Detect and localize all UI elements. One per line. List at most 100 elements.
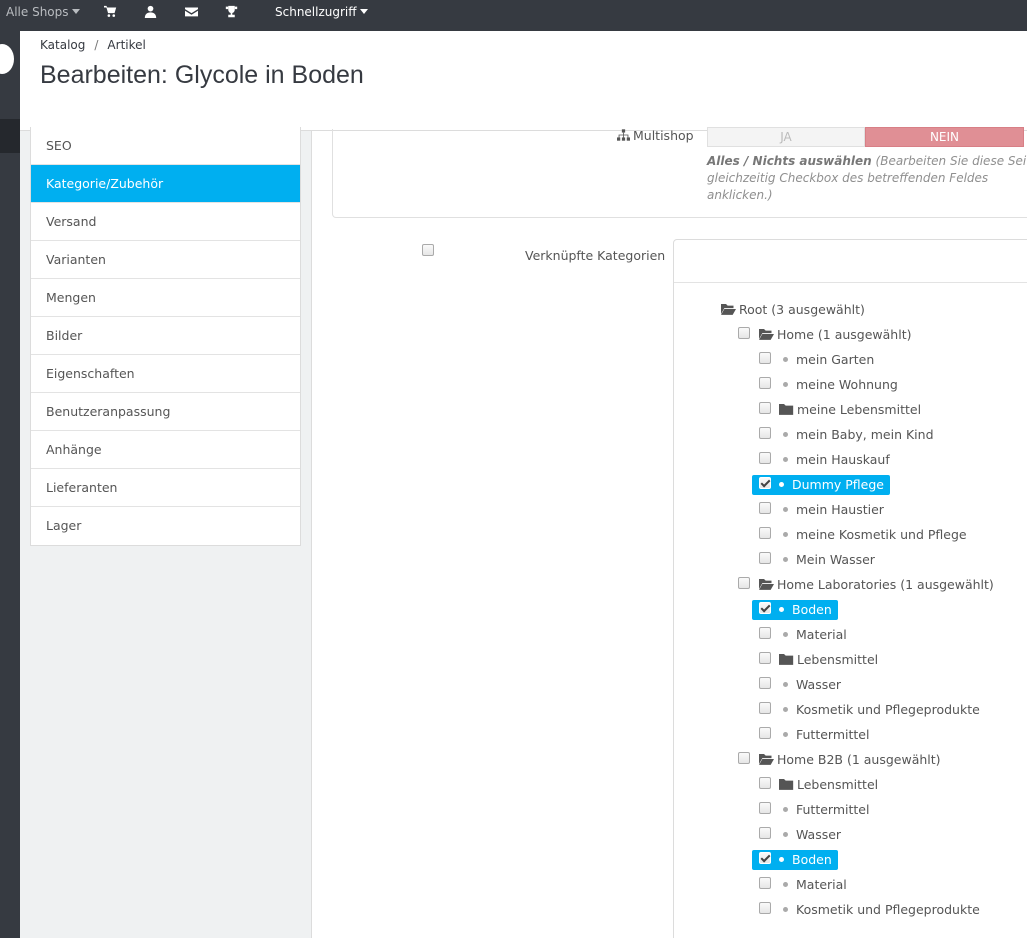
- multishop-toggle[interactable]: JA NEIN: [707, 127, 1025, 147]
- tab-item[interactable]: Lieferanten: [31, 469, 300, 507]
- tab-item[interactable]: Versand: [31, 203, 300, 241]
- category-label[interactable]: Wasser: [775, 675, 845, 695]
- category-label[interactable]: Kosmetik und Pflegeprodukte: [775, 900, 984, 920]
- category-label-text: meine Lebensmittel: [797, 402, 922, 417]
- category-label[interactable]: Material: [775, 625, 851, 645]
- category-label[interactable]: Wasser: [775, 825, 845, 845]
- tab-item[interactable]: Varianten: [31, 241, 300, 279]
- trophy-icon[interactable]: [225, 0, 238, 31]
- tab-item[interactable]: Mengen: [31, 279, 300, 317]
- category-label[interactable]: meine Lebensmittel: [775, 400, 925, 420]
- category-checkbox[interactable]: [738, 577, 750, 589]
- category-label[interactable]: mein Haustier: [775, 500, 888, 520]
- category-checkbox[interactable]: [759, 352, 771, 364]
- category-label[interactable]: Kosmetik und Pflegeprodukte: [775, 700, 984, 720]
- toggle-no-option[interactable]: NEIN: [865, 127, 1024, 147]
- multishop-help-bold: Alles / Nichts auswählen: [707, 154, 872, 168]
- category-checkbox[interactable]: [759, 452, 771, 464]
- tab-item[interactable]: Kategorie/Zubehör: [31, 165, 300, 203]
- cart-icon[interactable]: [104, 0, 117, 31]
- multishop-label-text: Multishop: [633, 128, 694, 143]
- bullet-icon: [783, 532, 788, 537]
- category-checkbox[interactable]: [759, 652, 771, 664]
- category-checkbox[interactable]: [759, 727, 771, 739]
- category-label[interactable]: meine Kosmetik und Pflege: [775, 525, 971, 545]
- shop-selector-label: Alle Shops: [6, 5, 69, 19]
- category-label[interactable]: Home Laboratories (1 ausgewählt): [755, 575, 998, 595]
- tab-item[interactable]: Anhänge: [31, 431, 300, 469]
- quick-access-label: Schnellzugriff: [275, 5, 357, 19]
- category-checkbox[interactable]: [759, 902, 771, 914]
- toggle-yes-option[interactable]: JA: [707, 127, 865, 147]
- category-checkbox[interactable]: [759, 777, 771, 789]
- category-label[interactable]: mein Garten: [775, 350, 878, 370]
- category-checkbox[interactable]: [759, 677, 771, 689]
- tab-item[interactable]: Eigenschaften: [31, 355, 300, 393]
- user-icon[interactable]: [144, 0, 157, 31]
- category-checkbox[interactable]: [759, 552, 771, 564]
- multishop-label: Multishop: [617, 128, 694, 143]
- product-tabs: SEO Kategorie/Zubehör Versand Varianten Meng…: [30, 127, 301, 546]
- category-checkbox[interactable]: [759, 477, 771, 489]
- category-label[interactable]: Root (3 ausgewählt): [717, 300, 869, 320]
- category-label-text: Lebensmittel: [797, 652, 879, 667]
- category-checkbox[interactable]: [759, 527, 771, 539]
- shop-selector[interactable]: Alle Shops: [6, 0, 80, 31]
- category-label[interactable]: Futtermittel: [775, 800, 873, 820]
- categories-multishop-checkbox[interactable]: [422, 244, 434, 256]
- category-checkbox[interactable]: [759, 802, 771, 814]
- tab-item[interactable]: Bilder: [31, 317, 300, 355]
- breadcrumb-catalog[interactable]: Katalog: [40, 38, 85, 52]
- envelope-icon[interactable]: [185, 0, 198, 31]
- breadcrumb-separator: /: [94, 38, 99, 52]
- category-checkbox[interactable]: [759, 502, 771, 514]
- category-label-text: Kosmetik und Pflegeprodukte: [796, 702, 980, 717]
- main-panel: Multishop JA NEIN Alles / Nichts auswähl…: [311, 127, 1027, 938]
- category-checkbox[interactable]: [759, 602, 771, 614]
- category-label-text: meine Kosmetik und Pflege: [796, 527, 967, 542]
- category-label-text: mein Garten: [796, 352, 875, 367]
- multishop-help-text: Alles / Nichts auswählen (Bearbeiten Sie…: [707, 153, 1027, 204]
- folder-open-icon: [759, 577, 777, 592]
- breadcrumb-products[interactable]: Artikel: [107, 38, 145, 52]
- nav-active-item[interactable]: [0, 119, 20, 153]
- category-label[interactable]: Dummy Pflege: [752, 475, 890, 495]
- folder-icon: [779, 777, 797, 792]
- tab-item[interactable]: Benutzeranpassung: [31, 393, 300, 431]
- bullet-icon: [783, 382, 788, 387]
- category-label[interactable]: meine Wohnung: [775, 375, 902, 395]
- category-label-text: Home Laboratories (1 ausgewählt): [777, 577, 994, 592]
- category-label[interactable]: Mein Wasser: [775, 550, 879, 570]
- category-label-text: Dummy Pflege: [792, 477, 884, 492]
- category-label-text: Mein Wasser: [796, 552, 875, 567]
- category-checkbox[interactable]: [759, 377, 771, 389]
- category-checkbox[interactable]: [759, 877, 771, 889]
- category-checkbox[interactable]: [738, 752, 750, 764]
- category-label[interactable]: Lebensmittel: [775, 775, 882, 795]
- category-label-text: Material: [796, 627, 847, 642]
- category-label[interactable]: Futtermittel: [775, 725, 873, 745]
- category-label[interactable]: Lebensmittel: [775, 650, 882, 670]
- category-label[interactable]: Material: [775, 875, 851, 895]
- category-tree-box: Root (3 ausgewählt) Home (1 ausgewählt) me…: [673, 239, 1027, 938]
- category-label-text: mein Haustier: [796, 502, 884, 517]
- tab-item[interactable]: SEO: [31, 127, 300, 165]
- nav-toggle-button[interactable]: [0, 44, 14, 74]
- category-checkbox[interactable]: [759, 627, 771, 639]
- category-checkbox[interactable]: [759, 702, 771, 714]
- category-label-text: Futtermittel: [796, 802, 870, 817]
- multishop-box: Multishop JA NEIN Alles / Nichts auswähl…: [332, 127, 1027, 218]
- quick-access-menu[interactable]: Schnellzugriff: [275, 0, 368, 31]
- category-checkbox[interactable]: [759, 852, 771, 864]
- category-label[interactable]: mein Hauskauf: [775, 450, 894, 470]
- category-checkbox[interactable]: [759, 427, 771, 439]
- tab-item[interactable]: Lager: [31, 507, 300, 545]
- category-checkbox[interactable]: [738, 327, 750, 339]
- category-label-text: Lebensmittel: [797, 777, 879, 792]
- bullet-icon: [783, 707, 788, 712]
- category-label[interactable]: Home B2B (1 ausgewählt): [755, 750, 945, 770]
- category-label[interactable]: Home (1 ausgewählt): [755, 325, 915, 345]
- category-checkbox[interactable]: [759, 402, 771, 414]
- category-label[interactable]: mein Baby, mein Kind: [775, 425, 938, 445]
- category-checkbox[interactable]: [759, 827, 771, 839]
